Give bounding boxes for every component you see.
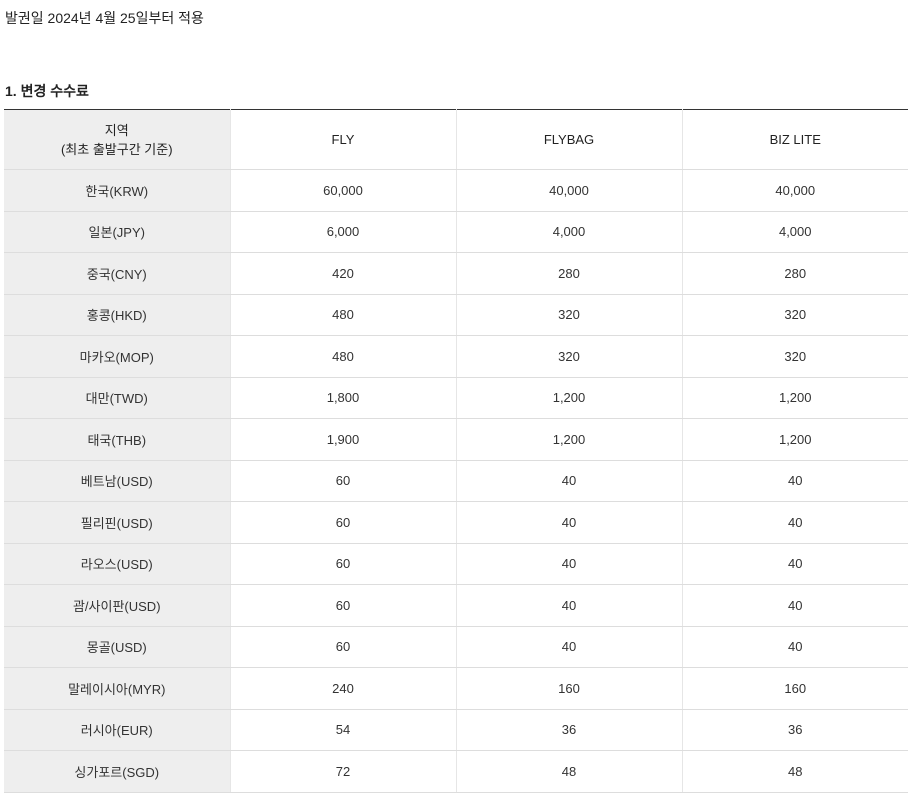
table-row: 싱가포르(SGD) 72 48 48: [4, 750, 908, 793]
table-row: 대만(TWD) 1,800 1,200 1,200: [4, 377, 908, 419]
fly-fee-cell: 1,800: [229, 377, 456, 419]
biz-lite-fee-cell: 1,200: [681, 418, 908, 461]
fly-fee-cell: 60: [229, 501, 456, 544]
biz-lite-fee-cell: 48: [681, 750, 908, 793]
table-row: 말레이시아(MYR) 240 160 160: [4, 667, 908, 710]
fly-fee-cell: 480: [229, 294, 456, 336]
fly-fee-cell: 60: [229, 584, 456, 627]
flybag-fee-cell: 320: [455, 294, 682, 336]
biz-lite-fee-cell: 40: [681, 626, 908, 668]
flybag-fee-cell: 1,200: [455, 377, 682, 419]
effective-date-notice: 발권일 2024년 4월 25일부터 적용: [5, 10, 204, 26]
flybag-fee-cell: 48: [455, 750, 682, 793]
region-cell: 러시아(EUR): [4, 709, 230, 751]
fly-fee-cell: 60: [229, 543, 456, 585]
table-row: 한국(KRW) 60,000 40,000 40,000: [4, 169, 908, 212]
region-cell: 마카오(MOP): [4, 335, 230, 378]
region-cell: 괌/사이판(USD): [4, 584, 230, 627]
region-cell: 몽골(USD): [4, 626, 230, 668]
region-cell: 중국(CNY): [4, 252, 230, 295]
table-row: 마카오(MOP) 480 320 320: [4, 335, 908, 378]
table-row: 홍콩(HKD) 480 320 320: [4, 294, 908, 336]
flybag-fee-cell: 40: [455, 460, 682, 502]
biz-lite-fee-cell: 4,000: [681, 211, 908, 253]
flybag-fee-cell: 160: [455, 667, 682, 710]
flybag-fee-cell: 4,000: [455, 211, 682, 253]
fly-fee-cell: 72: [229, 750, 456, 793]
biz-lite-fee-cell: 160: [681, 667, 908, 710]
region-cell: 한국(KRW): [4, 169, 230, 212]
biz-lite-fee-cell: 280: [681, 252, 908, 295]
region-cell: 싱가포르(SGD): [4, 750, 230, 793]
fly-fee-cell: 6,000: [229, 211, 456, 253]
region-column-header: 지역 (최초 출발구간 기준): [4, 109, 230, 170]
fly-fee-cell: 480: [229, 335, 456, 378]
fly-fee-cell: 60: [229, 460, 456, 502]
biz-lite-fee-cell: 320: [681, 294, 908, 336]
biz-lite-fee-cell: 40: [681, 501, 908, 544]
fly-fee-cell: 60,000: [229, 169, 456, 212]
region-cell: 라오스(USD): [4, 543, 230, 585]
region-cell: 필리핀(USD): [4, 501, 230, 544]
change-fee-table: 지역 (최초 출발구간 기준) FLY FLYBAG BIZ LITE 한국(K…: [4, 109, 908, 793]
biz-lite-fee-cell: 40: [681, 584, 908, 627]
flybag-fee-cell: 40: [455, 501, 682, 544]
region-cell: 말레이시아(MYR): [4, 667, 230, 710]
table-header-row: 지역 (최초 출발구간 기준) FLY FLYBAG BIZ LITE: [4, 109, 908, 170]
fly-fee-cell: 60: [229, 626, 456, 668]
fly-column-header: FLY: [229, 109, 456, 170]
biz-lite-column-header: BIZ LITE: [681, 109, 908, 170]
flybag-column-header: FLYBAG: [455, 109, 682, 170]
table-row: 중국(CNY) 420 280 280: [4, 252, 908, 295]
biz-lite-fee-cell: 40,000: [681, 169, 908, 212]
region-header-label: 지역: [104, 122, 129, 138]
table-row: 태국(THB) 1,900 1,200 1,200: [4, 418, 908, 461]
flybag-fee-cell: 40: [455, 584, 682, 627]
region-cell: 태국(THB): [4, 418, 230, 461]
table-row: 러시아(EUR) 54 36 36: [4, 709, 908, 751]
region-header-sublabel: (최초 출발구간 기준): [60, 141, 173, 157]
fly-fee-cell: 240: [229, 667, 456, 710]
flybag-fee-cell: 40: [455, 543, 682, 585]
flybag-fee-cell: 320: [455, 335, 682, 378]
fly-fee-cell: 1,900: [229, 418, 456, 461]
table-row: 몽골(USD) 60 40 40: [4, 626, 908, 668]
biz-lite-fee-cell: 320: [681, 335, 908, 378]
fly-fee-cell: 54: [229, 709, 456, 751]
flybag-fee-cell: 40,000: [455, 169, 682, 212]
flybag-fee-cell: 1,200: [455, 418, 682, 461]
flybag-fee-cell: 36: [455, 709, 682, 751]
biz-lite-fee-cell: 40: [681, 460, 908, 502]
section-title: 1. 변경 수수료: [5, 83, 89, 99]
flybag-fee-cell: 280: [455, 252, 682, 295]
table-row: 괌/사이판(USD) 60 40 40: [4, 584, 908, 627]
flybag-fee-cell: 40: [455, 626, 682, 668]
region-cell: 대만(TWD): [4, 377, 230, 419]
region-cell: 일본(JPY): [4, 211, 230, 253]
table-row: 일본(JPY) 6,000 4,000 4,000: [4, 211, 908, 253]
table-row: 라오스(USD) 60 40 40: [4, 543, 908, 585]
table-row: 필리핀(USD) 60 40 40: [4, 501, 908, 544]
biz-lite-fee-cell: 40: [681, 543, 908, 585]
biz-lite-fee-cell: 36: [681, 709, 908, 751]
table-row: 베트남(USD) 60 40 40: [4, 460, 908, 502]
fee-page: 발권일 2024년 4월 25일부터 적용 1. 변경 수수료 지역 (최초 출…: [0, 0, 912, 797]
biz-lite-fee-cell: 1,200: [681, 377, 908, 419]
table-body: 한국(KRW) 60,000 40,000 40,000 일본(JPY) 6,000 4,0…: [4, 169, 908, 793]
region-cell: 베트남(USD): [4, 460, 230, 502]
fly-fee-cell: 420: [229, 252, 456, 295]
region-cell: 홍콩(HKD): [4, 294, 230, 336]
